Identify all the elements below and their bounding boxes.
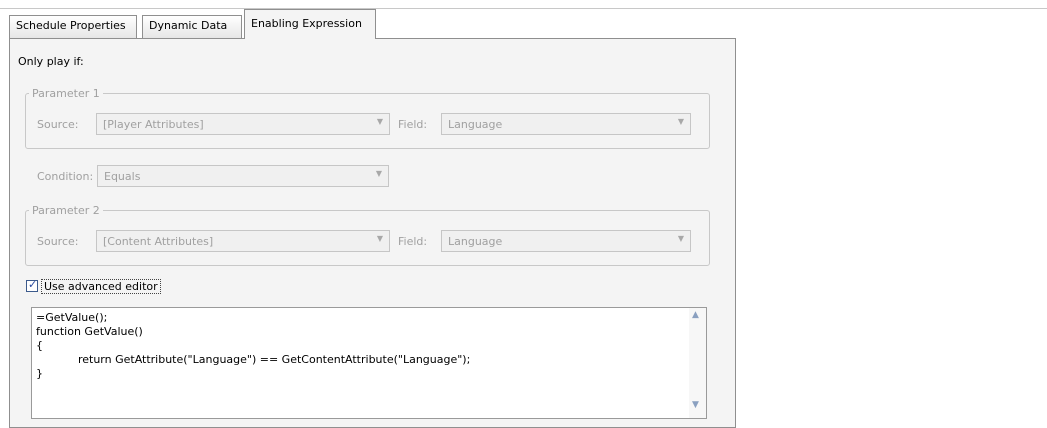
chevron-down-icon: ▼: [375, 169, 382, 178]
top-divider: [0, 8, 1047, 9]
tab-label: Dynamic Data: [149, 19, 228, 32]
parameter-1-field-label: Field:: [398, 118, 428, 131]
tab-dynamic-data[interactable]: Dynamic Data: [142, 15, 242, 38]
parameter-2-source-dropdown[interactable]: [Content Attributes] ▼: [96, 230, 390, 252]
tab-label: Schedule Properties: [16, 19, 126, 32]
tab-enabling-expression[interactable]: Enabling Expression: [244, 9, 376, 39]
parameter-2-source-label: Source:: [37, 235, 79, 248]
chevron-down-icon: ▼: [376, 234, 383, 243]
tab-label: Enabling Expression: [251, 17, 362, 30]
checkmark-icon: ✓: [28, 278, 38, 291]
chevron-down-icon: ▼: [677, 234, 684, 243]
advanced-editor-label[interactable]: Use advanced editor: [41, 279, 161, 294]
parameter-2-legend: Parameter 2: [32, 204, 100, 217]
condition-label: Condition:: [37, 170, 94, 183]
chevron-down-icon: ▼: [677, 117, 684, 126]
expression-code-editor[interactable]: =GetValue(); function GetValue() { retur…: [31, 307, 707, 419]
expression-code[interactable]: =GetValue(); function GetValue() { retur…: [36, 311, 470, 381]
parameter-1-field-value: Language: [448, 118, 503, 131]
condition-value: Equals: [104, 170, 141, 183]
parameter-2-field-value: Language: [448, 235, 503, 248]
parameter-1-source-value: [Player Attributes]: [103, 118, 204, 131]
parameter-1-source-dropdown[interactable]: [Player Attributes] ▼: [96, 113, 390, 135]
advanced-editor-checkbox[interactable]: ✓: [26, 278, 38, 292]
parameter-2-field-label: Field:: [398, 235, 428, 248]
scroll-up-arrow-icon[interactable]: ▲: [692, 310, 699, 320]
editor-vertical-scrollbar[interactable]: ▲ ▼: [689, 308, 706, 418]
parameter-2-field-dropdown[interactable]: Language ▼: [441, 230, 691, 252]
only-play-if-label: Only play if:: [18, 55, 84, 68]
scroll-down-arrow-icon[interactable]: ▼: [692, 400, 699, 410]
chevron-down-icon: ▼: [376, 117, 383, 126]
condition-dropdown[interactable]: Equals ▼: [97, 165, 389, 187]
parameter-1-legend: Parameter 1: [32, 87, 100, 100]
tab-schedule-properties[interactable]: Schedule Properties: [9, 15, 137, 38]
parameter-1-field-dropdown[interactable]: Language ▼: [441, 113, 691, 135]
parameter-1-source-label: Source:: [37, 118, 79, 131]
parameter-2-source-value: [Content Attributes]: [103, 235, 214, 248]
